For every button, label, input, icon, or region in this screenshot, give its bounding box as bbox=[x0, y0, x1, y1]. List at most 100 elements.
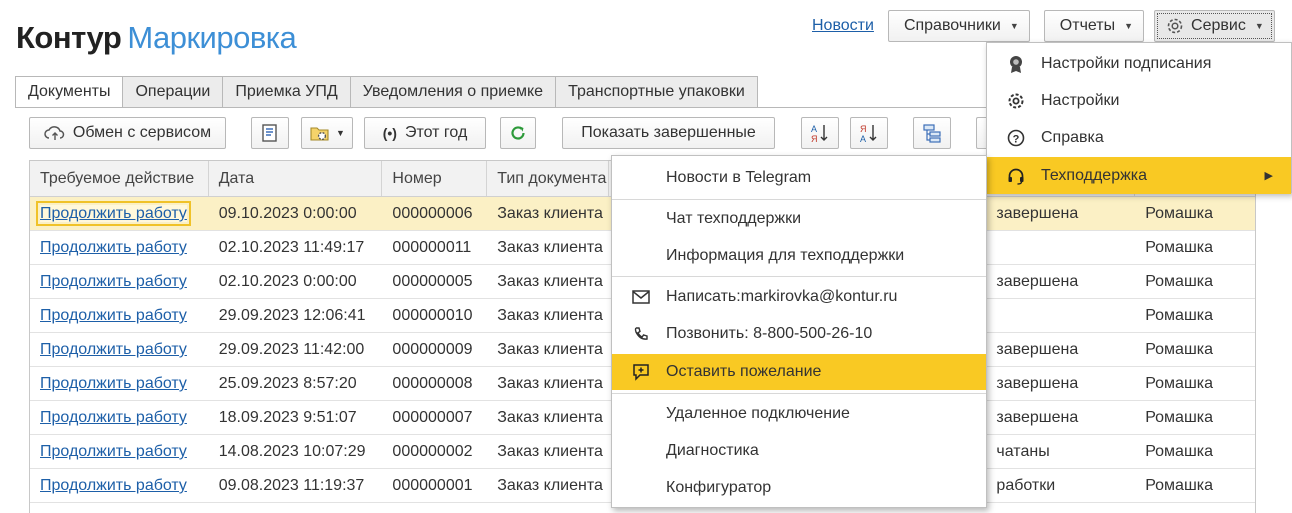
menu-item-feedback[interactable]: Оставить пожелание bbox=[612, 354, 986, 390]
number-cell: 000000005 bbox=[392, 273, 473, 290]
doc-type-cell: Заказ клиента bbox=[497, 443, 603, 460]
continue-work-link[interactable]: Продолжить работу bbox=[40, 239, 187, 256]
continue-work-link[interactable]: Продолжить работу bbox=[40, 375, 187, 392]
doc-type-cell: Заказ клиента bbox=[497, 307, 603, 324]
sort-asc-icon: АЯ bbox=[811, 124, 828, 144]
tab-transport-packages[interactable]: Транспортные упаковки bbox=[556, 76, 758, 108]
continue-work-link[interactable]: Продолжить работу bbox=[40, 477, 187, 494]
document-icon bbox=[262, 124, 277, 142]
refresh-button[interactable] bbox=[500, 117, 536, 149]
number-cell: 000000007 bbox=[392, 409, 473, 426]
action-cell[interactable]: Продолжить работу bbox=[30, 299, 209, 332]
sort-desc-button[interactable]: ЯА bbox=[850, 117, 888, 149]
tab-operations[interactable]: Операции bbox=[123, 76, 224, 108]
report-button[interactable] bbox=[251, 117, 289, 149]
period-icon: (•) bbox=[382, 125, 397, 141]
status-cell bbox=[986, 231, 1135, 264]
tab-acceptance-notices[interactable]: Уведомления о приемке bbox=[350, 76, 557, 108]
sort-asc-button[interactable]: АЯ bbox=[801, 117, 839, 149]
tech-support-submenu: Новости в Telegram Чат техподдержки Инфо… bbox=[611, 155, 987, 508]
menu-item-telegram-news[interactable]: Новости в Telegram bbox=[612, 160, 986, 195]
menu-item-settings[interactable]: Настройки bbox=[987, 84, 1291, 118]
header-doc-type[interactable]: Тип документа bbox=[487, 161, 610, 196]
headset-icon bbox=[1005, 165, 1027, 187]
service-button[interactable]: Сервис ▼ bbox=[1154, 10, 1275, 42]
menu-item-configurator[interactable]: Конфигуратор bbox=[612, 470, 986, 505]
gear-icon bbox=[1167, 18, 1183, 34]
header-action[interactable]: Требуемое действие bbox=[30, 161, 209, 196]
action-cell[interactable]: Продолжить работу bbox=[30, 197, 209, 230]
action-cell[interactable]: Продолжить работу bbox=[30, 265, 209, 298]
menu-item-diagnostics[interactable]: Диагностика bbox=[612, 433, 986, 468]
chevron-down-icon: ▼ bbox=[1009, 21, 1019, 31]
continue-work-link[interactable]: Продолжить работу bbox=[40, 273, 187, 290]
action-cell[interactable]: Продолжить работу bbox=[30, 435, 209, 468]
catalogs-button[interactable]: Справочники ▼ bbox=[887, 10, 1030, 42]
logo-brand: Контур bbox=[16, 20, 122, 55]
organization-cell: Ромашка bbox=[1145, 375, 1214, 392]
continue-work-link[interactable]: Продолжить работу bbox=[40, 307, 187, 324]
action-cell[interactable]: Продолжить работу bbox=[30, 367, 209, 400]
svg-text:А: А bbox=[811, 124, 817, 134]
doc-type-cell: Заказ клиента bbox=[497, 239, 603, 256]
status-cell: работки bbox=[996, 477, 1056, 494]
menu-item-remote-connection[interactable]: Удаленное подключение bbox=[612, 396, 986, 431]
menu-item-phone[interactable]: Позвонить: 8-800-500-26-10 bbox=[612, 316, 986, 351]
continue-work-link[interactable]: Продолжить работу bbox=[40, 443, 187, 460]
news-link[interactable]: Новости bbox=[812, 17, 874, 35]
reports-label: Отчеты bbox=[1059, 17, 1116, 34]
menu-item-label: Настройки bbox=[1041, 92, 1120, 109]
header-date[interactable]: Дата bbox=[209, 161, 383, 196]
tab-documents[interactable]: Документы bbox=[15, 76, 124, 108]
period-button[interactable]: (•) Этот год bbox=[364, 117, 486, 149]
menu-item-label: Написать:markirovka@kontur.ru bbox=[666, 287, 898, 305]
status-cell: завершена bbox=[996, 341, 1079, 358]
organization-cell: Ромашка bbox=[1145, 205, 1214, 222]
phone-icon bbox=[630, 323, 652, 345]
date-cell: 02.10.2023 0:00:00 bbox=[218, 273, 357, 290]
continue-work-link[interactable]: Продолжить работу bbox=[40, 341, 187, 358]
status-cell: завершена bbox=[996, 375, 1079, 392]
organization-cell: Ромашка bbox=[1145, 341, 1214, 358]
menu-separator bbox=[612, 393, 986, 394]
menu-item-support-chat[interactable]: Чат техподдержки bbox=[612, 201, 986, 236]
doc-type-cell: Заказ клиента bbox=[497, 375, 603, 392]
number-cell: 000000006 bbox=[392, 205, 473, 222]
settings-dropdown-button[interactable]: ▼ bbox=[301, 117, 353, 149]
gear-icon bbox=[1005, 90, 1027, 112]
action-cell[interactable]: Продолжить работу bbox=[30, 469, 209, 502]
action-cell[interactable]: Продолжить работу bbox=[30, 333, 209, 366]
exchange-label: Обмен с сервисом bbox=[72, 124, 212, 141]
status-cell: завершена bbox=[996, 273, 1079, 290]
menu-item-email[interactable]: Написать:markirovka@kontur.ru bbox=[612, 279, 986, 314]
exchange-button[interactable]: Обмен с сервисом bbox=[29, 117, 226, 149]
refresh-icon bbox=[511, 126, 525, 140]
svg-text:Я: Я bbox=[860, 124, 867, 134]
status-cell: завершена bbox=[996, 409, 1079, 426]
menu-item-signing-settings[interactable]: Настройки подписания bbox=[987, 47, 1291, 81]
mail-icon bbox=[630, 286, 652, 308]
action-cell[interactable]: Продолжить работу bbox=[30, 401, 209, 434]
document-tabs: Документы Операции Приемка УПД Уведомлен… bbox=[15, 76, 758, 108]
show-completed-label: Показать завершенные bbox=[581, 124, 756, 141]
menu-item-help[interactable]: ? Справка bbox=[987, 121, 1291, 155]
continue-work-link[interactable]: Продолжить работу bbox=[40, 409, 187, 426]
action-cell[interactable]: Продолжить работу bbox=[30, 231, 209, 264]
cloud-sync-icon bbox=[44, 126, 65, 140]
structure-button[interactable] bbox=[913, 117, 951, 149]
menu-item-tech-support[interactable]: Техподдержка ▶ bbox=[987, 157, 1291, 194]
chevron-down-icon: ▼ bbox=[1124, 21, 1134, 31]
continue-work-link[interactable]: Продолжить работу bbox=[36, 201, 191, 226]
header-number[interactable]: Номер bbox=[382, 161, 488, 196]
date-cell: 09.10.2023 0:00:00 bbox=[218, 205, 357, 222]
date-cell: 29.09.2023 12:06:41 bbox=[218, 307, 366, 324]
number-cell: 000000002 bbox=[392, 443, 473, 460]
top-nav: Новости Справочники ▼ Отчеты ▼ Сервис ▼ bbox=[812, 10, 1275, 42]
tab-upd-acceptance[interactable]: Приемка УПД bbox=[223, 76, 351, 108]
organization-cell: Ромашка bbox=[1145, 409, 1214, 426]
svg-text:Я: Я bbox=[811, 134, 818, 144]
reports-button[interactable]: Отчеты ▼ bbox=[1043, 10, 1145, 42]
show-completed-button[interactable]: Показать завершенные bbox=[562, 117, 775, 149]
chevron-right-icon: ▶ bbox=[1264, 170, 1273, 182]
menu-item-support-info[interactable]: Информация для техподдержки bbox=[612, 238, 986, 273]
